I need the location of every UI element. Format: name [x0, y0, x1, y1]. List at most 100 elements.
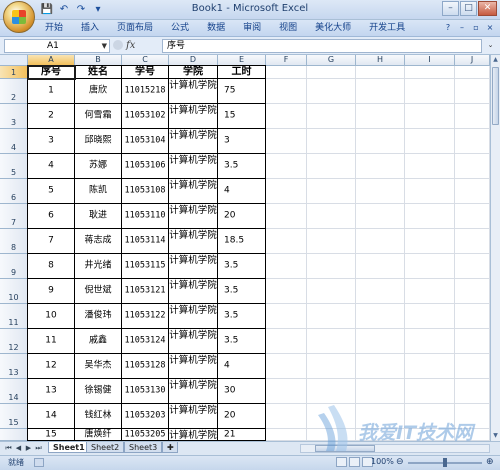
cell-g2[interactable] [307, 79, 356, 104]
zoom-out-icon[interactable]: ⊖ [396, 457, 404, 467]
cell-b3[interactable]: 何雪霜 [74, 103, 122, 129]
ribbon-close-icon[interactable]: × [484, 22, 496, 33]
cell-a13[interactable]: 12 [27, 353, 75, 379]
cell-f16[interactable] [266, 429, 307, 441]
cell-b4[interactable]: 邱晓熙 [74, 128, 122, 154]
cell-b9[interactable]: 井光绪 [74, 253, 122, 279]
cell-h16[interactable] [356, 429, 405, 441]
next-sheet-icon[interactable]: ▶ [24, 443, 33, 453]
cell-g14[interactable] [307, 379, 356, 404]
cell-g1[interactable] [307, 66, 356, 79]
cell-f14[interactable] [266, 379, 307, 404]
cell-a11[interactable]: 10 [27, 303, 75, 329]
tab-developer[interactable]: 开发工具 [360, 20, 414, 36]
cell-e12[interactable]: 3.5 [217, 328, 266, 354]
cell-b15[interactable]: 钱红林 [74, 403, 122, 429]
cell-i2[interactable] [405, 79, 455, 104]
cell-c10[interactable]: 11053121 [121, 278, 169, 304]
cell-a8[interactable]: 7 [27, 228, 75, 254]
cell-b10[interactable]: 倪世斌 [74, 278, 122, 304]
cell-c11[interactable]: 11053122 [121, 303, 169, 329]
cell-e8[interactable]: 18.5 [217, 228, 266, 254]
cell-b11[interactable]: 潘俊玮 [74, 303, 122, 329]
cell-h10[interactable] [356, 279, 405, 304]
cell-a6[interactable]: 5 [27, 178, 75, 204]
cell-c2[interactable]: 11015218 [121, 78, 169, 104]
cell-b5[interactable]: 苏娜 [74, 153, 122, 179]
column-header-i[interactable]: I [405, 55, 455, 66]
cell-e5[interactable]: 3.5 [217, 153, 266, 179]
prev-sheet-icon[interactable]: ◀ [14, 443, 23, 453]
zoom-slider-knob[interactable] [443, 458, 447, 467]
cell-i13[interactable] [405, 354, 455, 379]
cell-e10[interactable]: 3.5 [217, 278, 266, 304]
zoom-in-icon[interactable]: ⊕ [486, 457, 494, 467]
maximize-button[interactable]: □ [460, 1, 477, 16]
cell-e14[interactable]: 30 [217, 378, 266, 404]
tab-home[interactable]: 开始 [36, 20, 72, 36]
row-header-10[interactable]: 10 [0, 279, 28, 304]
cell-e15[interactable]: 20 [217, 403, 266, 429]
cell-b2[interactable]: 唐欣 [74, 78, 122, 104]
cell-c13[interactable]: 11053128 [121, 353, 169, 379]
cell-d1[interactable]: 学院 [168, 65, 218, 79]
cell-d3[interactable]: 计算机学院 [168, 103, 218, 129]
cell-j10[interactable] [455, 279, 490, 304]
cell-b6[interactable]: 陈凯 [74, 178, 122, 204]
zoom-level[interactable]: 100% [371, 457, 394, 466]
tab-data[interactable]: 数据 [198, 20, 234, 36]
column-header-j[interactable]: J [455, 55, 490, 66]
cell-f7[interactable] [266, 204, 307, 229]
cell-e7[interactable]: 20 [217, 203, 266, 229]
cell-g8[interactable] [307, 229, 356, 254]
cell-g11[interactable] [307, 304, 356, 329]
chevron-down-icon[interactable]: ▼ [102, 40, 107, 52]
cell-f5[interactable] [266, 154, 307, 179]
cell-c7[interactable]: 11053110 [121, 203, 169, 229]
cell-d8[interactable]: 计算机学院 [168, 228, 218, 254]
cell-a12[interactable]: 11 [27, 328, 75, 354]
column-header-h[interactable]: H [356, 55, 405, 66]
row-header-11[interactable]: 11 [0, 304, 28, 329]
cell-h12[interactable] [356, 329, 405, 354]
cell-e9[interactable]: 3.5 [217, 253, 266, 279]
cell-e16[interactable]: 21 [217, 428, 266, 441]
cell-d10[interactable]: 计算机学院 [168, 278, 218, 304]
cell-c9[interactable]: 11053115 [121, 253, 169, 279]
select-all-corner[interactable] [0, 55, 28, 66]
cell-h9[interactable] [356, 254, 405, 279]
cell-c6[interactable]: 11053108 [121, 178, 169, 204]
scroll-up-icon[interactable]: ▲ [491, 55, 500, 65]
cell-j16[interactable] [455, 429, 490, 441]
cell-h2[interactable] [356, 79, 405, 104]
row-header-9[interactable]: 9 [0, 254, 28, 279]
cell-b16[interactable]: 唐焕纤 [74, 428, 122, 441]
cell-j11[interactable] [455, 304, 490, 329]
cell-a2[interactable]: 1 [27, 78, 75, 104]
cell-h3[interactable] [356, 104, 405, 129]
tab-page-layout[interactable]: 页面布局 [108, 20, 162, 36]
cell-f3[interactable] [266, 104, 307, 129]
cell-d6[interactable]: 计算机学院 [168, 178, 218, 204]
cell-j12[interactable] [455, 329, 490, 354]
tab-insert[interactable]: 插入 [72, 20, 108, 36]
formula-input[interactable]: 序号 [162, 39, 482, 53]
cell-c15[interactable]: 11053203 [121, 403, 169, 429]
tab-view[interactable]: 视图 [270, 20, 306, 36]
row-header-8[interactable]: 8 [0, 229, 28, 254]
cell-e1[interactable]: 工时 [217, 65, 266, 79]
cell-h15[interactable] [356, 404, 405, 429]
column-header-f[interactable]: F [266, 55, 307, 66]
sheet-tab-2[interactable]: Sheet2 [86, 442, 125, 453]
cell-d11[interactable]: 计算机学院 [168, 303, 218, 329]
cell-f9[interactable] [266, 254, 307, 279]
cell-b7[interactable]: 耿进 [74, 203, 122, 229]
cell-d16[interactable]: 计算机学院 [168, 428, 218, 441]
cell-f15[interactable] [266, 404, 307, 429]
cell-h8[interactable] [356, 229, 405, 254]
cell-g12[interactable] [307, 329, 356, 354]
cell-f10[interactable] [266, 279, 307, 304]
sheet-tab-3[interactable]: Sheet3 [124, 442, 163, 453]
name-box[interactable]: A1 ▼ [4, 39, 110, 53]
cell-f8[interactable] [266, 229, 307, 254]
